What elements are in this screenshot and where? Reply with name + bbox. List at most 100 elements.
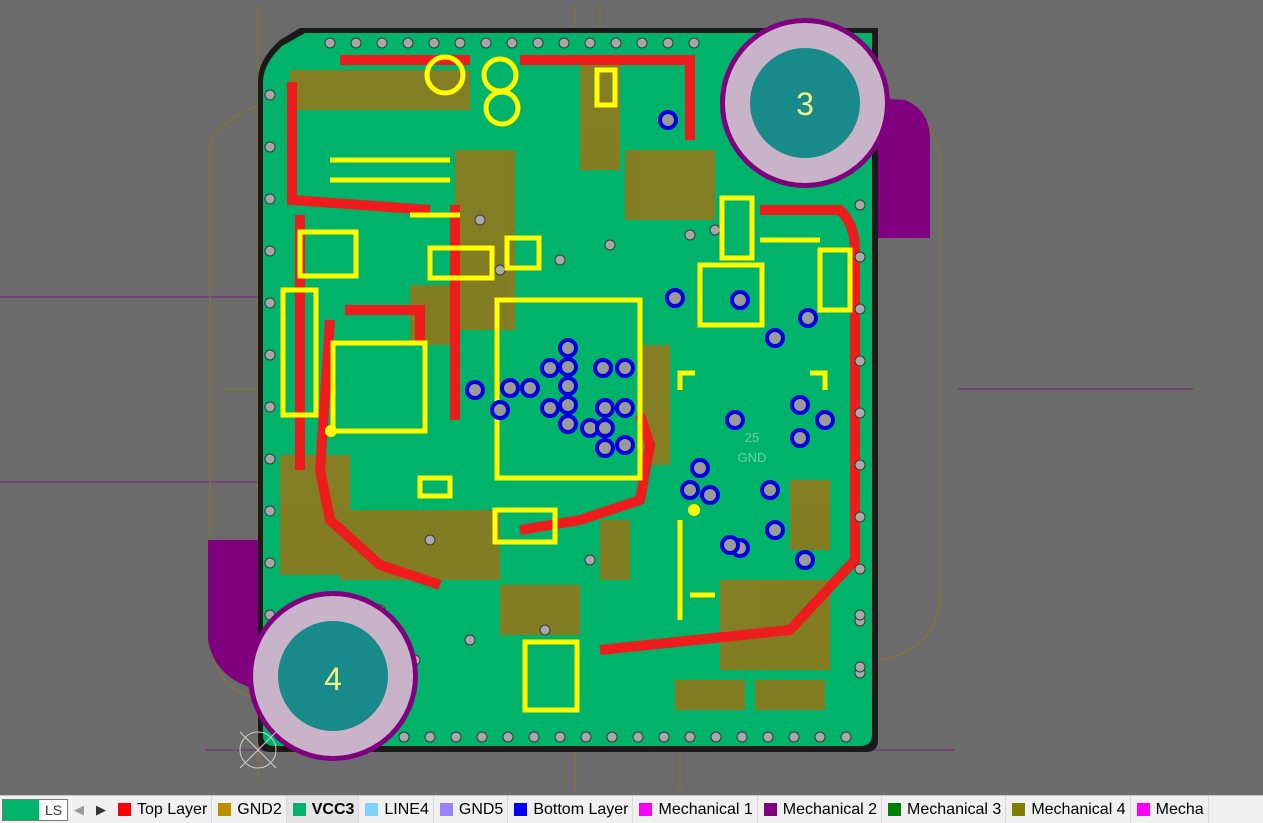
layer-color-swatch bbox=[292, 803, 306, 816]
via bbox=[264, 141, 276, 153]
via bbox=[402, 37, 414, 49]
layer-tab-gnd2[interactable]: GND2 bbox=[212, 796, 287, 823]
via bbox=[736, 731, 748, 743]
via bbox=[709, 224, 721, 236]
layer-set-button[interactable]: LS bbox=[2, 798, 68, 821]
bottom-layer-via bbox=[730, 290, 750, 310]
layer-tab-top-layer[interactable]: Top Layer bbox=[112, 796, 213, 823]
layer-tab-bottom-layer[interactable]: Bottom Layer bbox=[508, 796, 634, 823]
layer-color-swatch bbox=[514, 803, 528, 816]
via bbox=[350, 37, 362, 49]
layer-tab-mechanical-3[interactable]: Mechanical 3 bbox=[882, 796, 1007, 823]
via bbox=[398, 731, 410, 743]
bottom-layer-via bbox=[765, 328, 785, 348]
layer-tab-label: GND5 bbox=[458, 800, 504, 818]
layer-tab-bar: LS ◀ ▶ Top Layer GND2 VCC3 LINE4 GND5 Bottom … bbox=[0, 795, 1263, 823]
via bbox=[554, 731, 566, 743]
mounting-hole-4: 4 bbox=[248, 591, 418, 761]
bottom-layer-via bbox=[760, 480, 780, 500]
chevron-right-icon[interactable]: ▶ bbox=[90, 802, 112, 818]
via bbox=[450, 731, 462, 743]
via bbox=[854, 661, 866, 673]
bottom-layer-via bbox=[690, 458, 710, 478]
layer-tab-label: Bottom Layer bbox=[533, 800, 629, 818]
layer-tab-mechanical-1[interactable]: Mechanical 1 bbox=[633, 796, 758, 823]
bottom-layer-via bbox=[595, 398, 615, 418]
via bbox=[376, 37, 388, 49]
pcb-layout[interactable]: 3 4 25 GND bbox=[0, 0, 1263, 795]
via bbox=[584, 37, 596, 49]
bottom-layer-via bbox=[615, 435, 635, 455]
pcb-editor-canvas[interactable]: 3 4 25 GND bbox=[0, 0, 1263, 795]
via bbox=[428, 37, 440, 49]
layer-color-swatch bbox=[1136, 803, 1150, 816]
via bbox=[854, 459, 866, 471]
via bbox=[584, 554, 596, 566]
layer-color-swatch bbox=[1012, 803, 1026, 816]
layer-color-swatch bbox=[639, 803, 653, 816]
via bbox=[558, 37, 570, 49]
bottom-layer-via bbox=[615, 358, 635, 378]
layer-tab-vcc3[interactable]: VCC3 bbox=[286, 796, 360, 823]
layer-tab-label: Mecha bbox=[1155, 800, 1204, 818]
layer-tab-gnd5[interactable]: GND5 bbox=[434, 796, 509, 823]
via bbox=[814, 731, 826, 743]
via bbox=[762, 731, 774, 743]
via bbox=[264, 193, 276, 205]
bottom-layer-via bbox=[558, 395, 578, 415]
via bbox=[854, 355, 866, 367]
via bbox=[494, 264, 506, 276]
bottom-layer-via bbox=[490, 400, 510, 420]
bottom-layer-via bbox=[720, 535, 740, 555]
layer-color-swatch bbox=[439, 803, 453, 816]
bottom-layer-via bbox=[798, 308, 818, 328]
via bbox=[474, 214, 486, 226]
layer-set-label: LS bbox=[45, 801, 63, 818]
via bbox=[854, 303, 866, 315]
bottom-layer-via bbox=[615, 398, 635, 418]
layer-tab-label: Mechanical 2 bbox=[782, 800, 878, 818]
layer-tab-mechanical-2[interactable]: Mechanical 2 bbox=[758, 796, 883, 823]
via bbox=[662, 37, 674, 49]
bottom-layer-via bbox=[658, 110, 678, 130]
layer-tab-label: Mechanical 1 bbox=[658, 800, 753, 818]
hole-label-3: 3 bbox=[796, 86, 814, 122]
layer-color-swatch bbox=[218, 803, 232, 816]
via bbox=[580, 731, 592, 743]
silk-text-25: 25 bbox=[745, 430, 759, 445]
layer-tab-label: Top Layer bbox=[137, 800, 208, 818]
chevron-left-icon[interactable]: ◀ bbox=[68, 802, 90, 818]
via bbox=[464, 634, 476, 646]
bottom-layer-via bbox=[465, 380, 485, 400]
via bbox=[610, 37, 622, 49]
layer-tab-line4[interactable]: LINE4 bbox=[359, 796, 434, 823]
via bbox=[528, 731, 540, 743]
layer-tab-label: Mechanical 3 bbox=[907, 800, 1002, 818]
via bbox=[604, 239, 616, 251]
via bbox=[264, 453, 276, 465]
via bbox=[324, 37, 336, 49]
via bbox=[606, 731, 618, 743]
layer-tab-mecha[interactable]: Mecha bbox=[1131, 796, 1209, 823]
via bbox=[854, 609, 866, 621]
layer-tab-mechanical-4[interactable]: Mechanical 4 bbox=[1006, 796, 1131, 823]
via bbox=[854, 251, 866, 263]
via bbox=[424, 534, 436, 546]
via bbox=[264, 245, 276, 257]
via bbox=[854, 563, 866, 575]
bottom-layer-via bbox=[558, 376, 578, 396]
bottom-layer-via bbox=[558, 414, 578, 434]
bottom-layer-via bbox=[595, 438, 615, 458]
bottom-layer-via bbox=[540, 358, 560, 378]
via bbox=[684, 229, 696, 241]
layer-color-swatch bbox=[888, 803, 902, 816]
layer-color-swatch bbox=[763, 803, 777, 816]
layer-color-swatch bbox=[365, 803, 379, 816]
via bbox=[658, 731, 670, 743]
via bbox=[506, 37, 518, 49]
layer-tab-label: VCC3 bbox=[311, 800, 355, 818]
via bbox=[684, 731, 696, 743]
bottom-layer-via bbox=[790, 395, 810, 415]
via bbox=[264, 401, 276, 413]
via bbox=[476, 731, 488, 743]
